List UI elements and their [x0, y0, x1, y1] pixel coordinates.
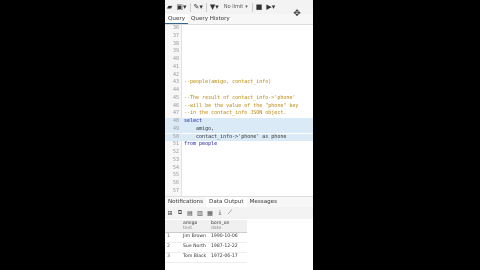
mouse-cursor-icon: ✥ [293, 9, 301, 19]
column-type: date [211, 226, 222, 231]
delete-icon[interactable]: ▥ [195, 208, 205, 218]
editor-line[interactable]: 41 [165, 64, 313, 72]
editor-line[interactable]: 51 from people [165, 141, 313, 149]
editor-line[interactable]: 37 [165, 33, 313, 41]
tab-query-history[interactable]: Query History [188, 14, 233, 24]
row-number: 3 [167, 254, 170, 259]
editor-line[interactable]: 36 [165, 25, 313, 33]
query-tool-window: ▰ ▣▾ ✎▾ ▼▾ No limit ▾ ■ ▶▾ Query Query H… [165, 0, 313, 270]
open-file-icon[interactable]: ▰ [165, 1, 174, 13]
add-row-icon[interactable]: ⊞ [165, 208, 175, 218]
editor-line[interactable]: 57 [165, 188, 313, 196]
editor-line[interactable]: 49 amigo, [165, 125, 313, 134]
editor-line[interactable]: 55 [165, 172, 313, 180]
row-number: 2 [167, 244, 170, 249]
line-number: 36 [172, 25, 179, 31]
line-number: 50 [172, 133, 179, 140]
editor-line[interactable]: 56 [165, 180, 313, 188]
line-number: 48 [172, 118, 179, 124]
line-code: --people(amigo, contact_info) [184, 79, 272, 86]
chevron-down-icon: ▾ [245, 4, 248, 10]
execute-icon[interactable]: ▶▾ [264, 1, 277, 13]
column-header-born-on[interactable]: born_on date [211, 220, 229, 233]
editor-line[interactable]: 44 [165, 87, 313, 95]
editor-line[interactable]: 53 [165, 157, 313, 165]
line-number: 53 [172, 156, 179, 163]
table-row[interactable]: 1 Jim Brown 1990-10-06 [165, 232, 247, 243]
query-tabs: Query Query History [165, 14, 313, 25]
line-number: 47 [172, 110, 179, 117]
line-code: --in the contact_info JSON object. [184, 110, 287, 117]
line-number: 37 [172, 32, 179, 39]
cell-born-on[interactable]: 1972-06-17 [211, 252, 238, 262]
sql-editor[interactable]: 36 37 38 39 40 41 42 43 --people(amigo, contact_… [165, 25, 313, 196]
graph-icon[interactable]: ⟋ [225, 208, 235, 218]
tab-notifications[interactable]: Notifications [165, 197, 206, 207]
paste-icon[interactable]: ▤ [185, 208, 195, 218]
line-number: 54 [172, 164, 179, 171]
line-number: 39 [172, 48, 179, 55]
line-number: 43 [172, 79, 179, 86]
editor-line[interactable]: 54 [165, 165, 313, 173]
table-row[interactable]: 2 Sue North 1987-12-22 [165, 242, 247, 253]
line-code: contact_info->'phone' as phone [184, 133, 287, 140]
line-number: 40 [172, 56, 179, 62]
editor-line[interactable]: 39 [165, 48, 313, 56]
download-icon[interactable]: ⤓ [215, 208, 225, 218]
stop-icon[interactable]: ■ [254, 1, 265, 13]
copy-icon[interactable]: ⧉ [175, 208, 185, 218]
tab-query[interactable]: Query [165, 14, 188, 24]
line-number: 52 [172, 149, 179, 155]
line-number: 46 [172, 102, 179, 109]
line-number: 42 [172, 71, 179, 78]
editor-line[interactable]: 45 --The result of contact_info->'phone' [165, 95, 313, 103]
tab-data-output[interactable]: Data Output [206, 197, 247, 207]
table-row[interactable]: 3 Tom Black 1972-06-17 [165, 252, 247, 263]
line-number: 55 [172, 172, 179, 179]
editor-line[interactable]: 48 select [165, 118, 313, 126]
save-data-icon[interactable]: ▦ [205, 208, 215, 218]
editor-line[interactable]: 46 --will be the value of the "phone" key [165, 103, 313, 111]
line-number: 38 [172, 40, 179, 47]
results-toolbar: ⊞ ⧉ ▤ ▥ ▦ ⤓ ⟋ [165, 207, 313, 219]
column-header-amigo[interactable]: amigo text [183, 220, 197, 233]
line-number: 45 [172, 94, 179, 101]
save-icon[interactable]: ▣▾ [174, 1, 188, 13]
editor-line[interactable]: 38 [165, 41, 313, 49]
line-number: 56 [172, 180, 179, 186]
cell-amigo[interactable]: Sue North [183, 242, 206, 252]
edit-icon[interactable]: ✎▾ [192, 1, 205, 13]
editor-line[interactable]: 42 [165, 72, 313, 80]
editor-line[interactable]: 50 contact_info->'phone' as phone [165, 133, 313, 142]
line-code: --The result of contact_info->'phone' [184, 94, 296, 101]
line-number: 41 [172, 63, 179, 70]
editor-line[interactable]: 52 [165, 149, 313, 157]
line-code: from people [184, 141, 218, 148]
line-number: 57 [172, 187, 179, 194]
limit-select[interactable]: No limit ▾ [221, 4, 251, 10]
column-type: text [183, 226, 193, 231]
tab-messages[interactable]: Messages [247, 197, 280, 207]
row-number: 1 [167, 234, 170, 239]
editor-line[interactable]: 47 --in the contact_info JSON object. [165, 110, 313, 118]
line-number: 49 [172, 125, 179, 132]
line-code: amigo, [184, 125, 215, 132]
line-code: --will be the value of the "phone" key [184, 102, 299, 109]
editor-line[interactable]: 43 --people(amigo, contact_info) [165, 79, 313, 87]
line-number: 44 [172, 87, 179, 93]
query-toolbar: ▰ ▣▾ ✎▾ ▼▾ No limit ▾ ■ ▶▾ [165, 0, 313, 15]
editor-line[interactable]: 40 [165, 56, 313, 64]
limit-label: No limit [223, 4, 244, 10]
filter-icon[interactable]: ▼▾ [208, 1, 221, 13]
line-number: 51 [172, 141, 179, 148]
cell-born-on[interactable]: 1990-10-06 [211, 232, 238, 242]
cell-amigo[interactable]: Jim Brown [183, 232, 206, 242]
cell-amigo[interactable]: Tom Black [183, 252, 206, 262]
cell-born-on[interactable]: 1987-12-22 [211, 242, 238, 252]
results-grid: amigo text born_on date 1 Jim Brown 1990-1… [165, 220, 313, 270]
line-code: select [184, 118, 203, 124]
